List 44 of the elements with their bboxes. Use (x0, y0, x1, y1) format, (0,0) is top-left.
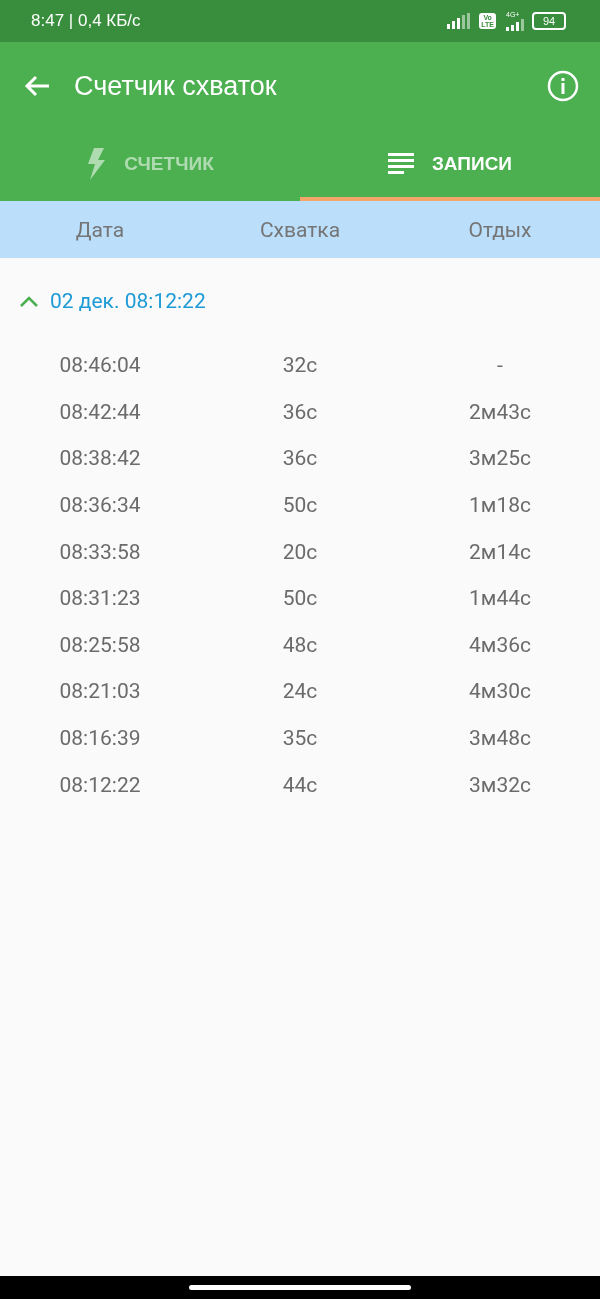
table-cell-text: 35с (281, 726, 319, 751)
list-icon (387, 152, 414, 175)
column-header: Схватка (258, 217, 342, 242)
table-cell-text: 4м30с (468, 679, 532, 704)
table-cell-text: 48с (281, 632, 319, 657)
table-cell-text: 08:31:23 (58, 586, 142, 611)
tab[interactable]: СЧЕТЧИК (0, 130, 300, 201)
table-cell-text: 4м36с (468, 632, 532, 657)
lightning-icon (86, 147, 107, 180)
table-cell-text: 50с (281, 586, 319, 611)
info-icon[interactable] (547, 70, 579, 102)
table-cell-text: 1м44с (468, 586, 532, 611)
table-cell-text: 32с (281, 353, 319, 378)
table-cell-text: 3м25с (468, 446, 532, 471)
table-cell-text: - (496, 353, 504, 378)
table-cell-text: 36с (281, 399, 319, 424)
group-header[interactable]: 02 дек. 08:12:22 (20, 287, 206, 315)
column-header: Отдых (467, 217, 533, 242)
group-title: 02 дек. 08:12:22 (50, 289, 206, 313)
back-arrow-icon[interactable] (24, 75, 50, 97)
table-cell-text: 08:46:04 (58, 353, 142, 378)
table-cell-text: 36с (281, 446, 319, 471)
table-cell-text: 50с (281, 493, 319, 518)
table-cell-text: 20с (281, 539, 319, 564)
table-cell-text: 1м18с (468, 493, 532, 518)
table-cell-text: 2м14с (468, 539, 532, 564)
table-cell-text: 08:33:58 (58, 539, 142, 564)
table-cell-text: 08:21:03 (58, 679, 142, 704)
app-title: Счетчик схваток (74, 70, 278, 102)
column-header: Дата (74, 217, 126, 242)
status-time: 8:47 | 0,4 КБ/с (31, 11, 141, 31)
table-cell-text: 08:38:42 (58, 446, 142, 471)
home-handle[interactable] (189, 1285, 411, 1290)
table-cell-text: 08:16:39 (58, 726, 142, 751)
table-cell-text: 44с (281, 772, 319, 797)
table-cell-text: 24с (281, 679, 319, 704)
table-cell-text: 3м48с (468, 726, 532, 751)
table-cell-text: 08:25:58 (58, 632, 142, 657)
table-cell-text: 08:36:34 (58, 493, 142, 518)
table-cell-text: 3м32с (468, 772, 532, 797)
table-cell-text: 08:42:44 (58, 399, 142, 424)
table-cell-text: 08:12:22 (58, 772, 142, 797)
battery-level: 94 (542, 15, 556, 27)
table-cell-text: 2м43с (468, 399, 532, 424)
